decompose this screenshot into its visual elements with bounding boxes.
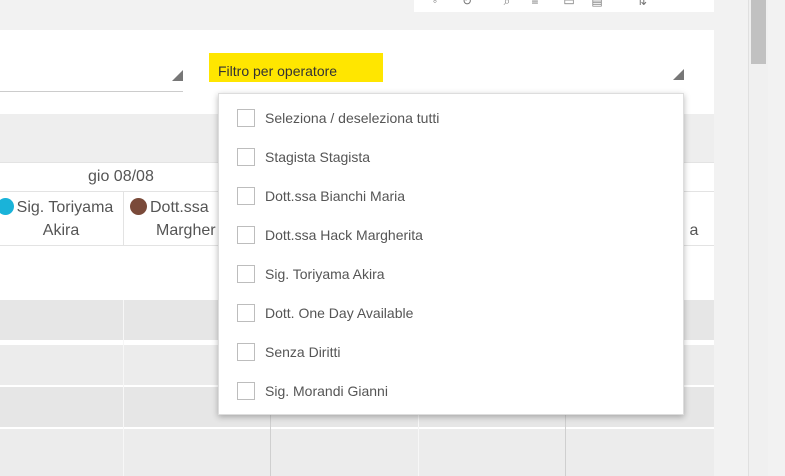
operator-filter-dropdown: Seleziona / deseleziona tutti Stagista S…	[218, 93, 684, 415]
checkbox[interactable]	[237, 265, 255, 283]
checkbox[interactable]	[237, 226, 255, 244]
scrollbar-track[interactable]	[748, 0, 768, 476]
option-select-all[interactable]: Seleziona / deseleziona tutti	[237, 106, 439, 130]
option-morandi[interactable]: Sig. Morandi Gianni	[237, 379, 388, 403]
operator-filter-label[interactable]: Filtro per operatore	[209, 53, 383, 82]
toolbar-icon-group: ◦ ↻ ⌕ ≡ ▭ ▤ ⇅	[414, 0, 714, 12]
option-senza-diritti[interactable]: Senza Diritti	[237, 340, 340, 364]
operator-name: Dott.ssa	[150, 199, 209, 216]
operator-name: Sig. Toriyama	[16, 199, 114, 216]
select-underline	[0, 91, 183, 92]
option-label: Sig. Morandi Gianni	[265, 383, 388, 399]
checkbox[interactable]	[237, 187, 255, 205]
checkbox[interactable]	[237, 304, 255, 322]
option-label: Senza Diritti	[265, 344, 341, 360]
operator-column-hack[interactable]: Dott.ssa Margher	[130, 196, 230, 242]
calendar-icon[interactable]: ▭	[562, 0, 576, 7]
option-stagista[interactable]: Stagista Stagista	[237, 145, 370, 169]
checkbox[interactable]	[237, 382, 255, 400]
option-label: Dott.ssa Hack Margherita	[265, 227, 423, 243]
select-resize-icon[interactable]	[172, 70, 183, 81]
search-icon[interactable]: ⌕	[500, 0, 514, 7]
option-bianchi[interactable]: Dott.ssa Bianchi Maria	[237, 184, 405, 208]
checkbox[interactable]	[237, 109, 255, 127]
option-label: Dott. One Day Available	[265, 305, 414, 321]
option-label: Stagista Stagista	[265, 149, 371, 165]
operator-color-dot	[130, 198, 147, 215]
column-divider	[123, 300, 124, 476]
operator-filter-resize-icon[interactable]	[673, 69, 684, 80]
scrollbar-thumb[interactable]	[751, 0, 766, 64]
list-icon[interactable]: ≡	[528, 0, 542, 7]
operator-column-toriyama[interactable]: Sig. Toriyama Akira	[0, 196, 122, 242]
option-one-day[interactable]: Dott. One Day Available	[237, 301, 413, 325]
sort-icon[interactable]: ⇅	[622, 0, 662, 7]
option-label: Dott.ssa Bianchi Maria	[265, 188, 406, 204]
checkbox[interactable]	[237, 148, 255, 166]
operator-surname: Akira	[42, 222, 80, 239]
option-hack[interactable]: Dott.ssa Hack Margherita	[237, 223, 423, 247]
operator-surname: Margher	[156, 222, 216, 239]
day-header: gio 08/08	[88, 168, 154, 185]
time-slot-row[interactable]	[0, 429, 714, 476]
layout-icon[interactable]: ▤	[590, 0, 604, 7]
checkbox[interactable]	[237, 343, 255, 361]
option-toriyama[interactable]: Sig. Toriyama Akira	[237, 262, 385, 286]
option-label: Seleziona / deseleziona tutti	[265, 110, 440, 126]
refresh-icon[interactable]: ↻	[460, 0, 474, 7]
option-label: Sig. Toriyama Akira	[265, 266, 385, 282]
info-icon[interactable]: ◦	[428, 0, 442, 7]
operator-name-partial: a	[689, 222, 699, 239]
operator-color-dot	[0, 198, 14, 215]
